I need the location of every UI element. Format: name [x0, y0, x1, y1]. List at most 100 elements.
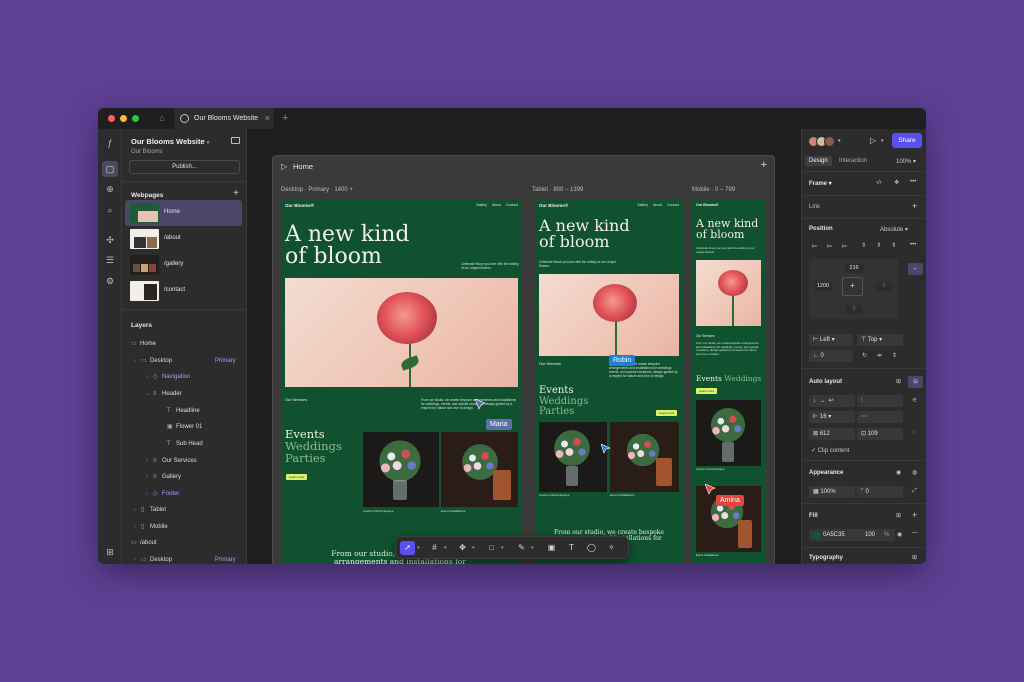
- layer-about-desktop[interactable]: › ▭ Desktop: [134, 554, 172, 564]
- component-tool-icon[interactable]: ✥: [455, 541, 470, 555]
- text-tool-icon[interactable]: T: [564, 541, 579, 555]
- align-top-icon[interactable]: ⫪: [862, 243, 865, 250]
- layer-home[interactable]: ▭ Home: [131, 338, 156, 350]
- layer-flower-01[interactable]: ▣ Flower 01: [167, 421, 202, 433]
- search-icon[interactable]: ⌕: [102, 202, 118, 218]
- add-breakpoint-button[interactable]: +: [761, 159, 767, 171]
- layer-our-services[interactable]: › ≡ Our Services: [146, 455, 197, 467]
- mobile-breakpoint[interactable]: Our Blooms® A new kind of bloom Celebrate…: [692, 200, 766, 564]
- cms-icon[interactable]: ☰: [102, 252, 118, 268]
- constraint-top[interactable]: 216: [845, 264, 863, 273]
- breakpoint-label-tablet[interactable]: Tablet · 800 – 1399: [532, 187, 583, 193]
- chevron-down-icon[interactable]: ▾: [444, 541, 447, 555]
- align-left-icon[interactable]: ⊨: [812, 243, 817, 250]
- fill-visibility-icon[interactable]: ◉: [897, 531, 902, 538]
- cta-button[interactable]: Learn more: [286, 474, 308, 480]
- cta-button[interactable]: Learn more: [696, 388, 718, 394]
- styles-icon[interactable]: ⊞: [896, 512, 901, 519]
- help-icon[interactable]: ⊞: [102, 544, 118, 560]
- cta-button[interactable]: Learn more: [656, 410, 678, 416]
- tablet-breakpoint[interactable]: Our Blooms® Gallery About Contact A new …: [535, 200, 683, 564]
- flip-horizontal-icon[interactable]: ⇹: [877, 352, 882, 359]
- chevron-down-icon[interactable]: ▾: [472, 541, 475, 555]
- layer-tablet[interactable]: › ▯ Tablet: [134, 504, 166, 516]
- add-fill-button[interactable]: +: [912, 510, 917, 520]
- image-tool-icon[interactable]: ▣: [544, 541, 559, 555]
- alignment-grid[interactable]: ⋯: [857, 411, 903, 423]
- tab-our-blooms-website[interactable]: Our Blooms Website ×: [174, 108, 274, 129]
- constraint-widget[interactable]: 216 1200 0 0 +: [809, 259, 898, 319]
- tab-close-icon[interactable]: ×: [265, 108, 270, 129]
- chevron-down-icon[interactable]: ▾: [417, 541, 420, 555]
- breakpoint-label-desktop[interactable]: Desktop · Primary · 1400 +: [281, 187, 353, 193]
- frame-selector[interactable]: Frame ▾: [809, 180, 832, 187]
- tab-design[interactable]: Design: [805, 156, 832, 166]
- visibility-icon[interactable]: ◉: [896, 469, 901, 476]
- align-right-icon[interactable]: ⊨: [842, 243, 847, 250]
- select-tool-icon[interactable]: ➚: [400, 541, 415, 555]
- sidebar-toggle-icon[interactable]: [231, 137, 240, 144]
- rotate-icon[interactable]: ↻: [862, 352, 867, 359]
- publish-button[interactable]: Publish...: [129, 160, 240, 174]
- distribution-select[interactable]: ⫶: [857, 395, 903, 407]
- pen-tool-icon[interactable]: ✎: [514, 541, 529, 555]
- home-tab-icon[interactable]: ⌂: [153, 111, 171, 126]
- layer-navigation[interactable]: › ◇ Navigation: [146, 371, 190, 383]
- constraint-pin-box[interactable]: +: [842, 277, 863, 296]
- share-button[interactable]: Share: [892, 133, 922, 148]
- corner-settings-icon[interactable]: ⤢: [912, 488, 917, 495]
- code-icon[interactable]: ‹/›: [876, 180, 882, 186]
- frame-tool-icon[interactable]: #: [427, 541, 442, 555]
- avatar[interactable]: [824, 136, 835, 147]
- rotation-field[interactable]: ∟ 0: [809, 350, 853, 362]
- shape-tool-icon[interactable]: □: [484, 541, 499, 555]
- padding-settings-icon[interactable]: ◌: [912, 430, 916, 436]
- chevron-down-icon[interactable]: ▾: [531, 541, 534, 555]
- insert-icon[interactable]: ⊕: [102, 181, 118, 197]
- grid-icon[interactable]: ⊞: [896, 378, 901, 385]
- layer-headline[interactable]: T Headline: [167, 405, 200, 417]
- pages-icon[interactable]: ▢: [102, 161, 118, 177]
- align-bottom-icon[interactable]: ⫪: [892, 243, 895, 250]
- chevron-down-icon[interactable]: ▾: [838, 138, 841, 144]
- breakpoint-label-mobile[interactable]: Mobile · 0 – 799: [692, 187, 735, 193]
- desktop-breakpoint[interactable]: Our Blooms® Gallery About Contact A new …: [281, 200, 522, 564]
- position-mode-select[interactable]: Absolute ▾: [880, 226, 908, 233]
- plugins-icon[interactable]: ✣: [102, 232, 118, 248]
- ai-tool-icon[interactable]: ✧: [604, 541, 619, 555]
- more-icon[interactable]: •••: [910, 179, 916, 185]
- more-icon[interactable]: •••: [910, 242, 916, 248]
- align-center-icon[interactable]: ⊨: [827, 243, 832, 250]
- preview-play-icon[interactable]: ▷: [870, 136, 876, 145]
- fill-swatch[interactable]: [813, 532, 820, 539]
- blend-icon[interactable]: ◍: [912, 469, 917, 476]
- constraint-left[interactable]: 1200: [814, 282, 832, 291]
- layer-gallery[interactable]: › ≡ Gallery: [146, 471, 181, 483]
- pin-icon[interactable]: ⌐: [908, 263, 923, 275]
- project-title[interactable]: Our Blooms Website ▾: [131, 137, 209, 146]
- auto-layout-toggle-icon[interactable]: ⊟: [908, 376, 923, 388]
- page-item-home[interactable]: Home: [125, 200, 242, 226]
- new-tab-button[interactable]: +: [282, 108, 288, 129]
- flip-vertical-icon[interactable]: ⇕: [892, 352, 897, 359]
- play-icon[interactable]: ▷: [281, 162, 287, 171]
- add-page-button[interactable]: +: [233, 188, 239, 199]
- layer-about[interactable]: ▭/about: [131, 537, 157, 549]
- canvas[interactable]: ▷ Home + Desktop · Primary · 1400 + Tabl…: [247, 129, 801, 564]
- tab-interaction[interactable]: Interaction: [835, 156, 871, 166]
- gap-field[interactable]: ⊩ 16 ▾: [809, 411, 855, 423]
- layer-desktop[interactable]: › ▭ Desktop: [134, 355, 172, 367]
- opacity-field[interactable]: ▦ 100%: [809, 486, 855, 498]
- layer-header[interactable]: ⌄ ≡ Header: [146, 388, 182, 400]
- align-middle-icon[interactable]: ⫪: [877, 243, 880, 250]
- constraint-bottom[interactable]: 0: [845, 305, 863, 314]
- page-item-about[interactable]: /about: [125, 226, 242, 252]
- zoom-level[interactable]: 100% ▾: [896, 158, 916, 165]
- add-link-button[interactable]: +: [912, 201, 917, 211]
- chevron-down-icon[interactable]: ▾: [501, 541, 504, 555]
- component-icon[interactable]: ❖: [894, 179, 899, 186]
- framer-logo-icon[interactable]: ƒ: [102, 135, 118, 151]
- horizontal-anchor-select[interactable]: ⊢ Left ▾: [809, 334, 853, 346]
- remove-fill-button[interactable]: —: [912, 530, 918, 536]
- layer-mobile[interactable]: › ▯ Mobile: [134, 521, 168, 533]
